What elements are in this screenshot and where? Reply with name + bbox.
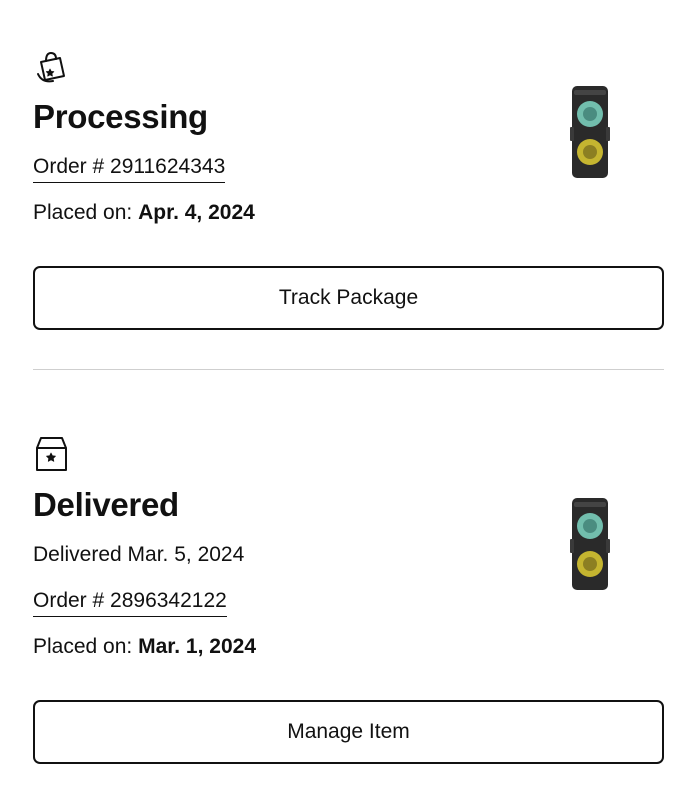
speaker-image [570, 86, 610, 178]
order-divider [33, 369, 664, 370]
product-thumbnail[interactable] [560, 82, 620, 182]
order-status-title: Delivered [33, 486, 179, 523]
order-status-title: Processing [33, 98, 208, 135]
placed-on-label: Placed on: [33, 635, 139, 658]
order-number-link[interactable]: Order # 2896342122 [33, 589, 227, 617]
order-number-link[interactable]: Order # 2911624343 [33, 155, 226, 183]
shopping-bag-star-icon [37, 52, 65, 83]
order-number: Order # 2896342122 [33, 589, 227, 617]
placed-on-label: Placed on: [33, 201, 139, 224]
placed-on-date: Apr. 4, 2024 [138, 201, 255, 224]
product-thumbnail[interactable] [560, 494, 620, 594]
placed-on-date: Mar. 1, 2024 [138, 635, 256, 658]
speaker-image [570, 498, 610, 590]
track-package-button[interactable]: Track Package [33, 266, 664, 330]
placed-on-line: Placed on: Apr. 4, 2024 [33, 202, 255, 223]
manage-item-button[interactable]: Manage Item [33, 700, 664, 764]
box-star-icon [36, 437, 67, 471]
placed-on-line: Placed on: Mar. 1, 2024 [33, 636, 256, 657]
delivered-date: Delivered Mar. 5, 2024 [33, 543, 245, 566]
order-number: Order # 2911624343 [33, 155, 226, 183]
